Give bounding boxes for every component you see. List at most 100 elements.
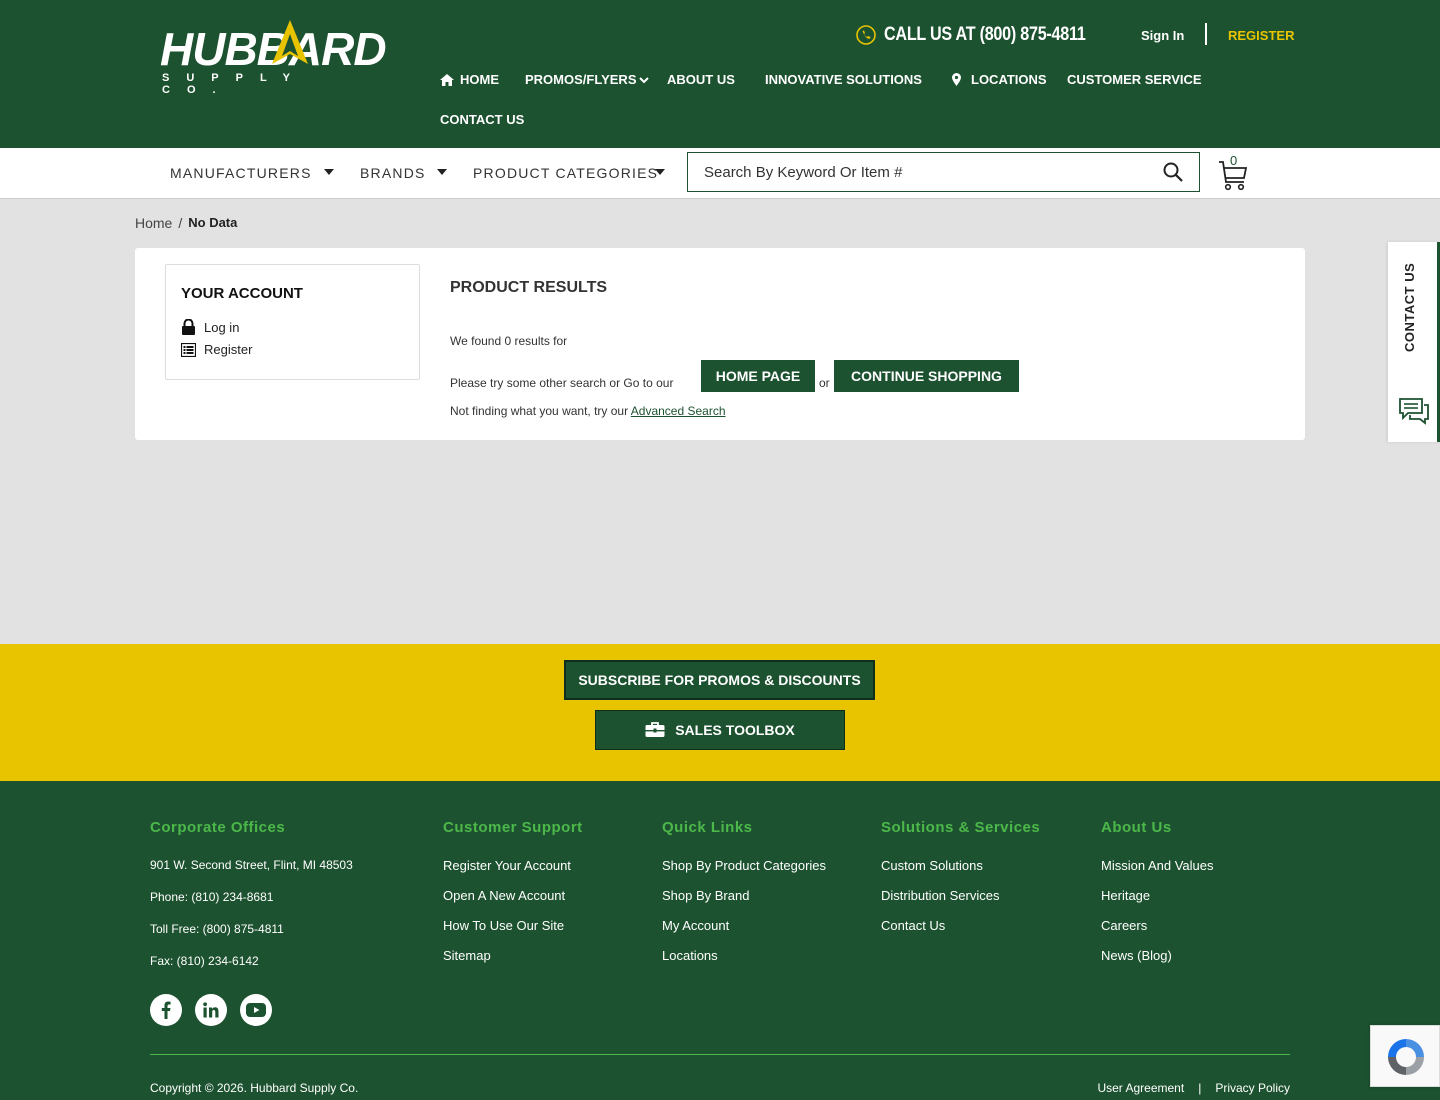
continue-shopping-button[interactable]: CONTINUE SHOPPING xyxy=(834,360,1019,392)
footer-heading: Corporate Offices xyxy=(150,819,286,836)
footer-link[interactable]: Register Your Account xyxy=(443,858,583,873)
nav-innovative-solutions[interactable]: INNOVATIVE SOLUTIONS xyxy=(765,72,922,87)
toolbox-icon xyxy=(645,722,665,737)
home-page-button[interactable]: HOME PAGE xyxy=(701,360,815,392)
hubbard-logo[interactable]: HUBBARD SUPPLY CO. xyxy=(160,20,387,96)
footer-solutions: Solutions & Services Custom Solutions Di… xyxy=(881,819,1040,948)
nav-promos[interactable]: PROMOS/FLYERS xyxy=(525,72,650,87)
category-bar: MANUFACTURERS BRANDS PRODUCT CATEGORIES … xyxy=(0,148,1440,199)
footer-divider xyxy=(150,1054,1290,1055)
footer-link[interactable]: Locations xyxy=(662,948,826,963)
subscribe-button[interactable]: SUBSCRIBE FOR PROMOS & DISCOUNTS xyxy=(564,660,875,700)
logo-subtitle: SUPPLY CO. xyxy=(162,72,307,96)
nav-home[interactable]: HOME xyxy=(440,72,499,87)
footer-link[interactable]: How To Use Our Site xyxy=(443,918,583,933)
copyright-text: Copyright © 2026. Hubbard Supply Co. xyxy=(150,1081,359,1095)
nav-contact[interactable]: CONTACT US xyxy=(440,112,524,127)
cart-count-badge: 0 xyxy=(1230,153,1238,168)
contact-us-tab[interactable]: CONTACT US xyxy=(1388,242,1440,442)
footer-link[interactable]: Careers xyxy=(1101,918,1214,933)
register-link[interactable]: REGISTER xyxy=(1228,28,1294,43)
site-header: HUBBARD SUPPLY CO. CALL US AT (800) 875-… xyxy=(0,0,1440,148)
chat-icon[interactable] xyxy=(1398,397,1430,425)
chevron-down-icon xyxy=(639,76,650,83)
footer-address: 901 W. Second Street, Flint, MI 48503 xyxy=(150,858,353,872)
footer-corporate: Corporate Offices 901 W. Second Street, … xyxy=(150,819,353,986)
search-box xyxy=(687,152,1200,192)
footer-heading: Solutions & Services xyxy=(881,819,1041,836)
recaptcha-badge[interactable] xyxy=(1370,1025,1440,1087)
nav-customer-service[interactable]: CUSTOMER SERVICE xyxy=(1067,72,1202,87)
breadcrumb-separator: / xyxy=(178,215,183,231)
nav-about[interactable]: ABOUT US xyxy=(667,72,735,87)
footer-link[interactable]: News (Blog) xyxy=(1101,948,1214,963)
cart-button[interactable]: 0 xyxy=(1218,153,1252,192)
footer-link[interactable]: Contact Us xyxy=(881,918,1040,933)
footer-toll-free: Toll Free: (800) 875-4811 xyxy=(150,922,284,936)
legal-separator: | xyxy=(1198,1081,1202,1095)
footer-link[interactable]: Shop By Brand xyxy=(662,888,826,903)
search-input[interactable] xyxy=(688,153,1138,191)
register-account-link[interactable]: Register xyxy=(181,342,252,357)
not-finding-row: Not finding what you want, try our Advan… xyxy=(450,404,726,418)
user-agreement-link[interactable]: User Agreement xyxy=(1097,1081,1184,1095)
footer-link[interactable]: Distribution Services xyxy=(881,888,1040,903)
breadcrumb-current: No Data xyxy=(188,215,238,230)
site-footer: Corporate Offices 901 W. Second Street, … xyxy=(0,781,1440,1100)
try-other-text: Please try some other search or Go to ou… xyxy=(450,376,674,390)
footer-link[interactable]: Heritage xyxy=(1101,888,1214,903)
brands-dropdown[interactable]: BRANDS xyxy=(360,165,447,181)
footer-customer-support: Customer Support Register Your Account O… xyxy=(443,819,583,978)
contact-us-tab-label: CONTACT US xyxy=(1402,262,1417,352)
footer-link[interactable]: Open A New Account xyxy=(443,888,583,903)
footer-link[interactable]: Custom Solutions xyxy=(881,858,1040,873)
call-us[interactable]: CALL US AT (800) 875-4811 xyxy=(856,24,1121,46)
not-finding-text: Not finding what you want, try our xyxy=(450,404,629,418)
results-found-text: We found 0 results for xyxy=(450,334,568,348)
social-links xyxy=(150,994,272,1026)
footer-quick-links: Quick Links Shop By Product Categories S… xyxy=(662,819,826,978)
home-icon xyxy=(440,73,454,86)
privacy-policy-link[interactable]: Privacy Policy xyxy=(1215,1081,1290,1095)
manufacturers-dropdown[interactable]: MANUFACTURERS xyxy=(170,165,334,181)
breadcrumb: Home / No Data xyxy=(135,215,237,231)
product-categories-dropdown[interactable]: PRODUCT CATEGORIES xyxy=(473,165,665,181)
advanced-search-link[interactable]: Advanced Search xyxy=(631,404,726,418)
facebook-icon[interactable] xyxy=(150,994,182,1026)
legal-links: User Agreement | Privacy Policy xyxy=(1097,1081,1290,1095)
sign-in-link[interactable]: Sign In xyxy=(1141,28,1184,43)
footer-about: About Us Mission And Values Heritage Car… xyxy=(1101,819,1214,978)
footer-fax: Fax: (810) 234-6142 xyxy=(150,954,259,968)
footer-phone: Phone: (810) 234-8681 xyxy=(150,890,274,904)
footer-heading: Customer Support xyxy=(443,819,583,836)
footer-link[interactable]: My Account xyxy=(662,918,826,933)
promo-band: SUBSCRIBE FOR PROMOS & DISCOUNTS SALES T… xyxy=(0,644,1440,781)
youtube-icon[interactable] xyxy=(240,994,272,1026)
linkedin-icon[interactable] xyxy=(195,994,227,1026)
phone-icon xyxy=(856,25,876,45)
login-link[interactable]: Log in xyxy=(181,319,239,335)
sales-toolbox-button[interactable]: SALES TOOLBOX xyxy=(595,710,845,750)
search-icon[interactable] xyxy=(1163,162,1183,182)
caret-down-icon xyxy=(437,169,447,175)
call-us-text: CALL US AT (800) 875-4811 xyxy=(884,24,1086,45)
nav-locations[interactable]: LOCATIONS xyxy=(952,72,1047,87)
footer-link[interactable]: Mission And Values xyxy=(1101,858,1214,873)
account-title: YOUR ACCOUNT xyxy=(181,285,303,302)
product-results-title: PRODUCT RESULTS xyxy=(450,279,608,296)
map-pin-icon xyxy=(952,73,961,86)
footer-heading: Quick Links xyxy=(662,819,753,836)
account-panel: YOUR ACCOUNT Log in Register xyxy=(165,264,420,380)
caret-down-icon xyxy=(324,169,334,175)
list-icon xyxy=(181,342,196,357)
header-divider xyxy=(1205,23,1207,45)
caret-down-icon xyxy=(655,169,665,175)
lock-icon xyxy=(182,319,195,335)
footer-heading: About Us xyxy=(1101,819,1172,836)
main-content-card: YOUR ACCOUNT Log in Register PRODUCT RES… xyxy=(135,248,1305,440)
or-text: or xyxy=(819,376,830,390)
breadcrumb-home[interactable]: Home xyxy=(135,215,172,231)
footer-link[interactable]: Sitemap xyxy=(443,948,583,963)
footer-link[interactable]: Shop By Product Categories xyxy=(662,858,826,873)
recaptcha-icon xyxy=(1388,1039,1424,1075)
